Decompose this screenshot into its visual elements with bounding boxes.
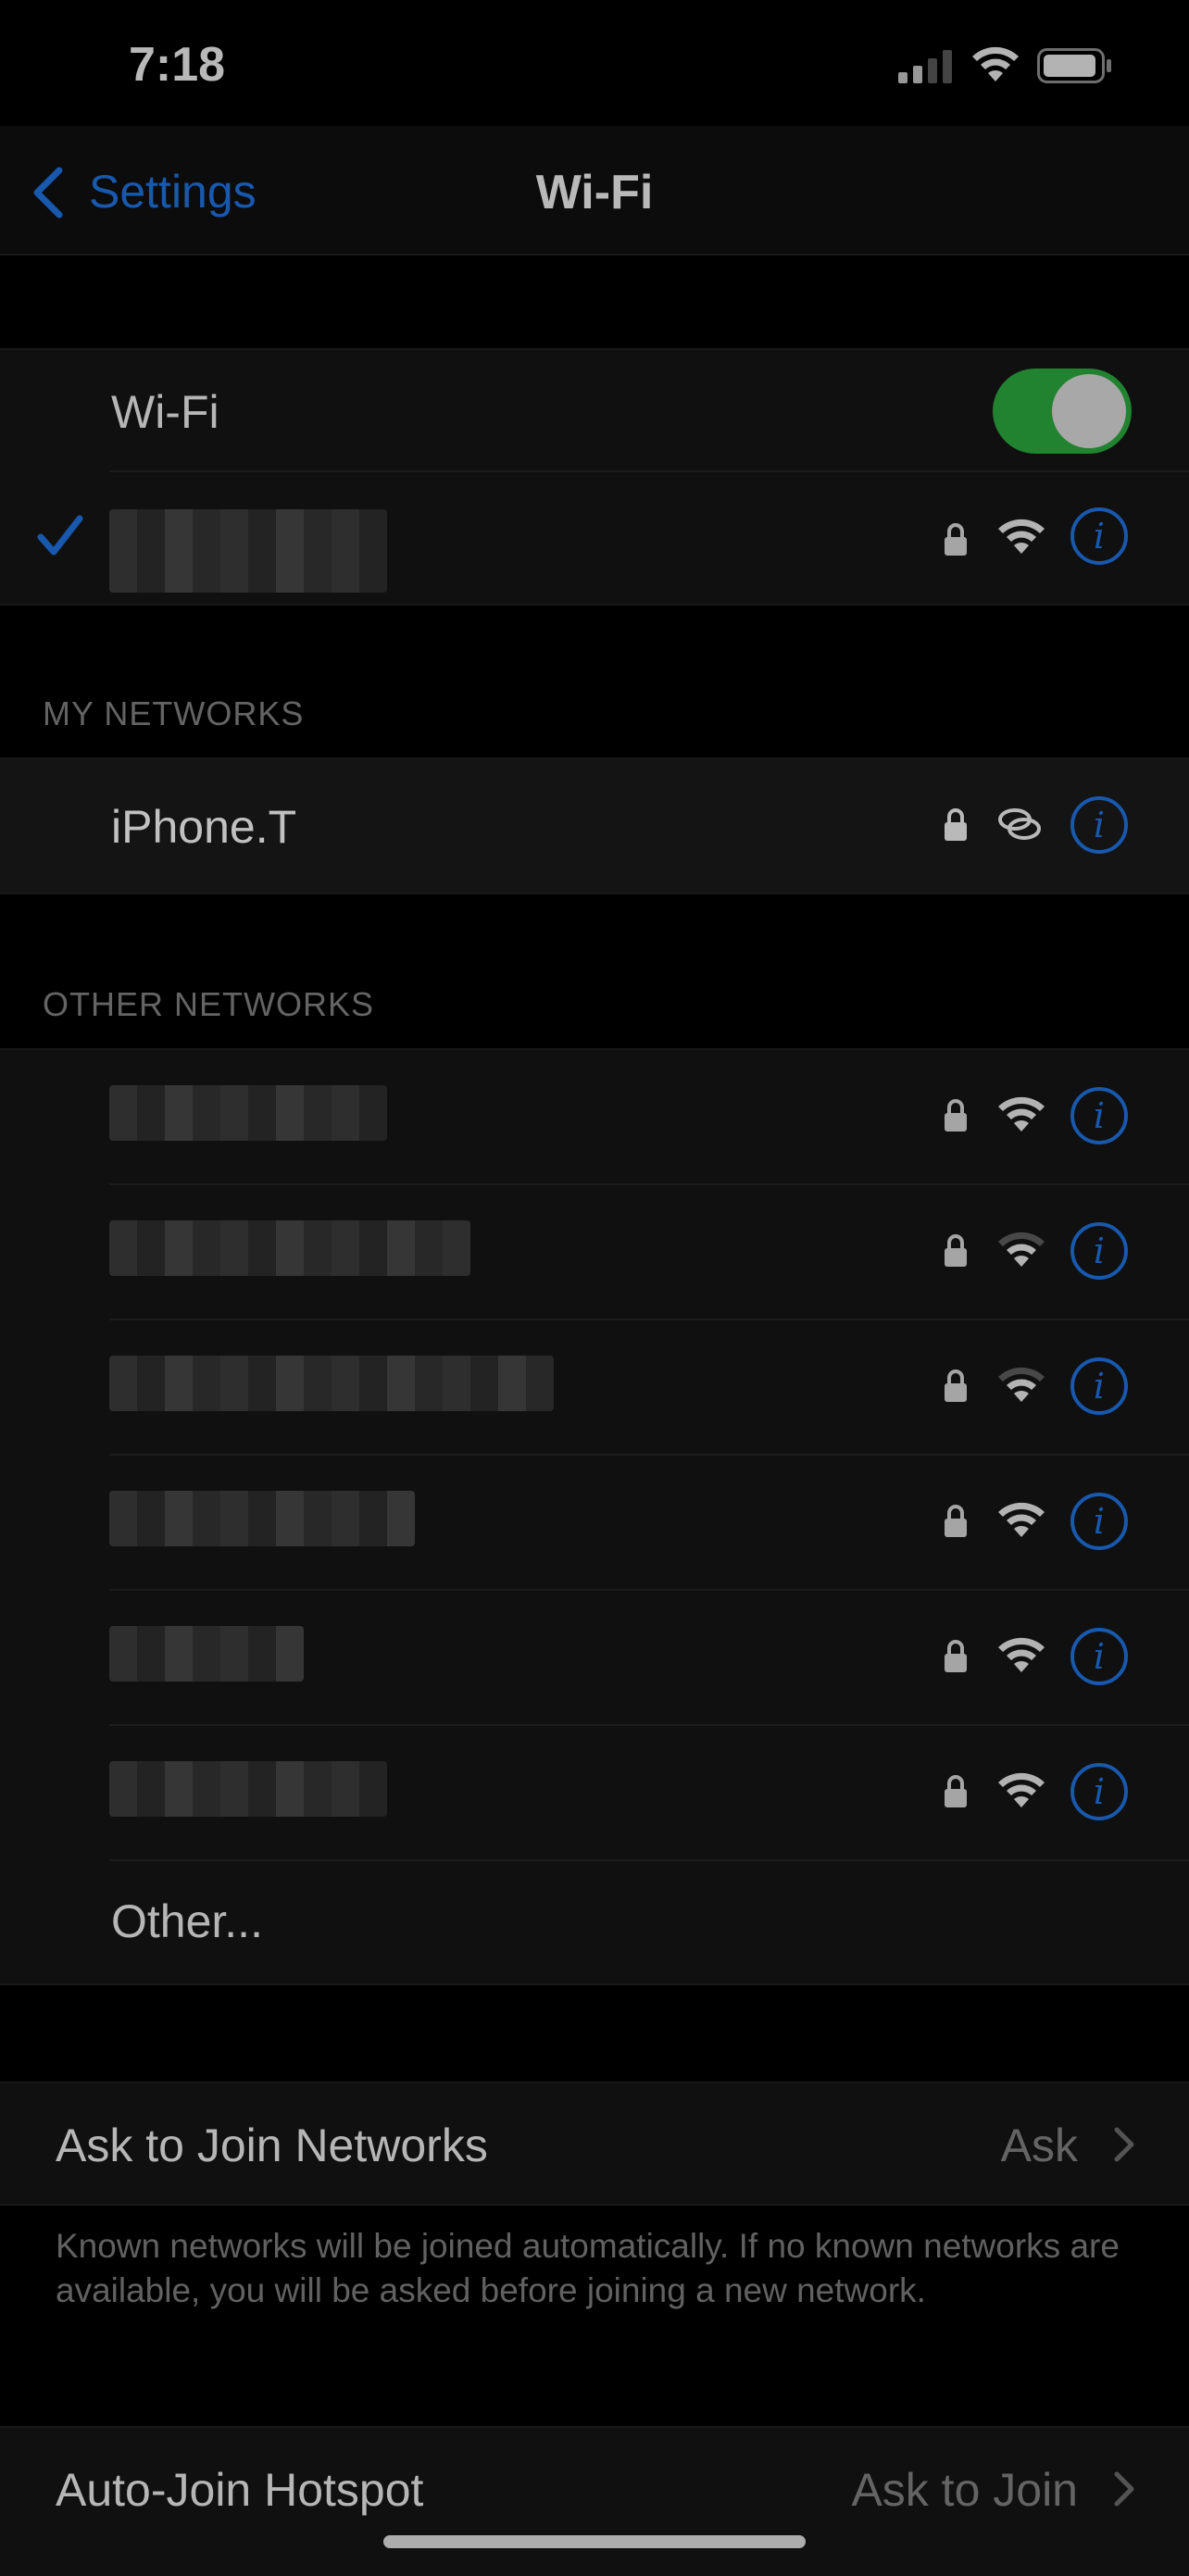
lock-icon (945, 523, 967, 556)
info-icon[interactable]: i (1070, 1763, 1128, 1820)
status-time: 7:18 (129, 38, 226, 92)
network-row[interactable]: i (0, 1591, 1189, 1724)
network-row[interactable]: i (0, 1185, 1189, 1319)
lock-icon (945, 808, 967, 841)
chevron-right-icon (1114, 2127, 1134, 2162)
my-networks-header: MY NETWORKS (43, 694, 305, 732)
ask-to-join-label: Ask to Join Networks (56, 2120, 488, 2171)
other-network-row[interactable]: Other... (0, 1861, 1189, 1982)
my-network-row[interactable]: iPhone.T i (0, 759, 1189, 893)
lock-icon (945, 1234, 967, 1267)
info-icon[interactable]: i (1070, 1493, 1128, 1550)
wifi-toggle-row: Wi-Fi (0, 350, 1189, 470)
network-row[interactable]: i (0, 1456, 1189, 1589)
wifi-toggle-switch[interactable] (993, 369, 1132, 454)
auto-join-hotspot-group: Auto-Join Hotspot Ask to Join (0, 2426, 1189, 2576)
home-indicator[interactable] (383, 2535, 806, 2548)
network-row[interactable]: i (0, 1050, 1189, 1183)
lock-icon (945, 1099, 967, 1132)
network-row[interactable]: i (0, 1726, 1189, 1859)
cellular-signal-icon (898, 50, 952, 83)
ask-to-join-group: Ask to Join Networks Ask (0, 2082, 1189, 2206)
auto-join-hotspot-row[interactable]: Auto-Join Hotspot Ask to Join (0, 2428, 1189, 2548)
info-icon[interactable]: i (1070, 1222, 1128, 1280)
info-icon[interactable]: i (1070, 1357, 1128, 1415)
wifi-signal-icon (998, 519, 1045, 554)
my-networks-group: iPhone.T i (0, 757, 1189, 894)
info-icon[interactable]: i (1070, 1087, 1128, 1144)
wifi-signal-icon (998, 1637, 1045, 1672)
wifi-signal-icon (998, 1502, 1045, 1537)
connected-network-row[interactable]: i (0, 472, 1189, 602)
auto-join-hotspot-label: Auto-Join Hotspot (56, 2464, 424, 2516)
wifi-status-icon (972, 46, 1019, 81)
info-icon[interactable]: i (1070, 1628, 1128, 1685)
other-networks-group: i i i i i i Other... (0, 1048, 1189, 1985)
wifi-signal-icon (998, 1367, 1045, 1402)
network-name-obscured (109, 1220, 470, 1276)
lock-icon (945, 1505, 967, 1537)
checkmark-icon (37, 515, 83, 556)
wifi-toggle-label: Wi-Fi (111, 386, 219, 438)
info-icon[interactable]: i (1070, 507, 1128, 565)
network-name-obscured (109, 1085, 387, 1141)
network-name-obscured (109, 1626, 304, 1682)
wifi-signal-icon (998, 1772, 1045, 1807)
ask-to-join-footnote: Known networks will be joined automatica… (56, 2227, 1120, 2309)
network-name-obscured (109, 1356, 554, 1411)
wifi-toggle-group: Wi-Fi i (0, 348, 1189, 606)
battery-icon (1037, 48, 1111, 83)
ask-to-join-value: Ask (1000, 2120, 1078, 2171)
network-name-obscured (109, 1761, 387, 1817)
auto-join-hotspot-value: Ask to Join (851, 2464, 1078, 2516)
network-row[interactable]: i (0, 1320, 1189, 1454)
info-icon[interactable]: i (1070, 796, 1128, 854)
lock-icon (945, 1369, 967, 1402)
other-networks-header: OTHER NETWORKS (43, 985, 375, 1023)
chevron-right-icon (1114, 2471, 1134, 2507)
network-name: iPhone.T (111, 801, 297, 853)
toggle-knob (1052, 374, 1126, 448)
lock-icon (945, 1640, 967, 1672)
hotspot-link-icon (998, 808, 1041, 840)
other-network-label: Other... (111, 1895, 263, 1947)
wifi-signal-icon (998, 1096, 1045, 1132)
ask-to-join-row[interactable]: Ask to Join Networks Ask (0, 2083, 1189, 2204)
page-title: Wi-Fi (535, 166, 654, 219)
wifi-signal-icon (998, 1232, 1045, 1267)
network-name-obscured (109, 1491, 415, 1546)
lock-icon (945, 1775, 967, 1807)
network-name-obscured (109, 509, 387, 593)
